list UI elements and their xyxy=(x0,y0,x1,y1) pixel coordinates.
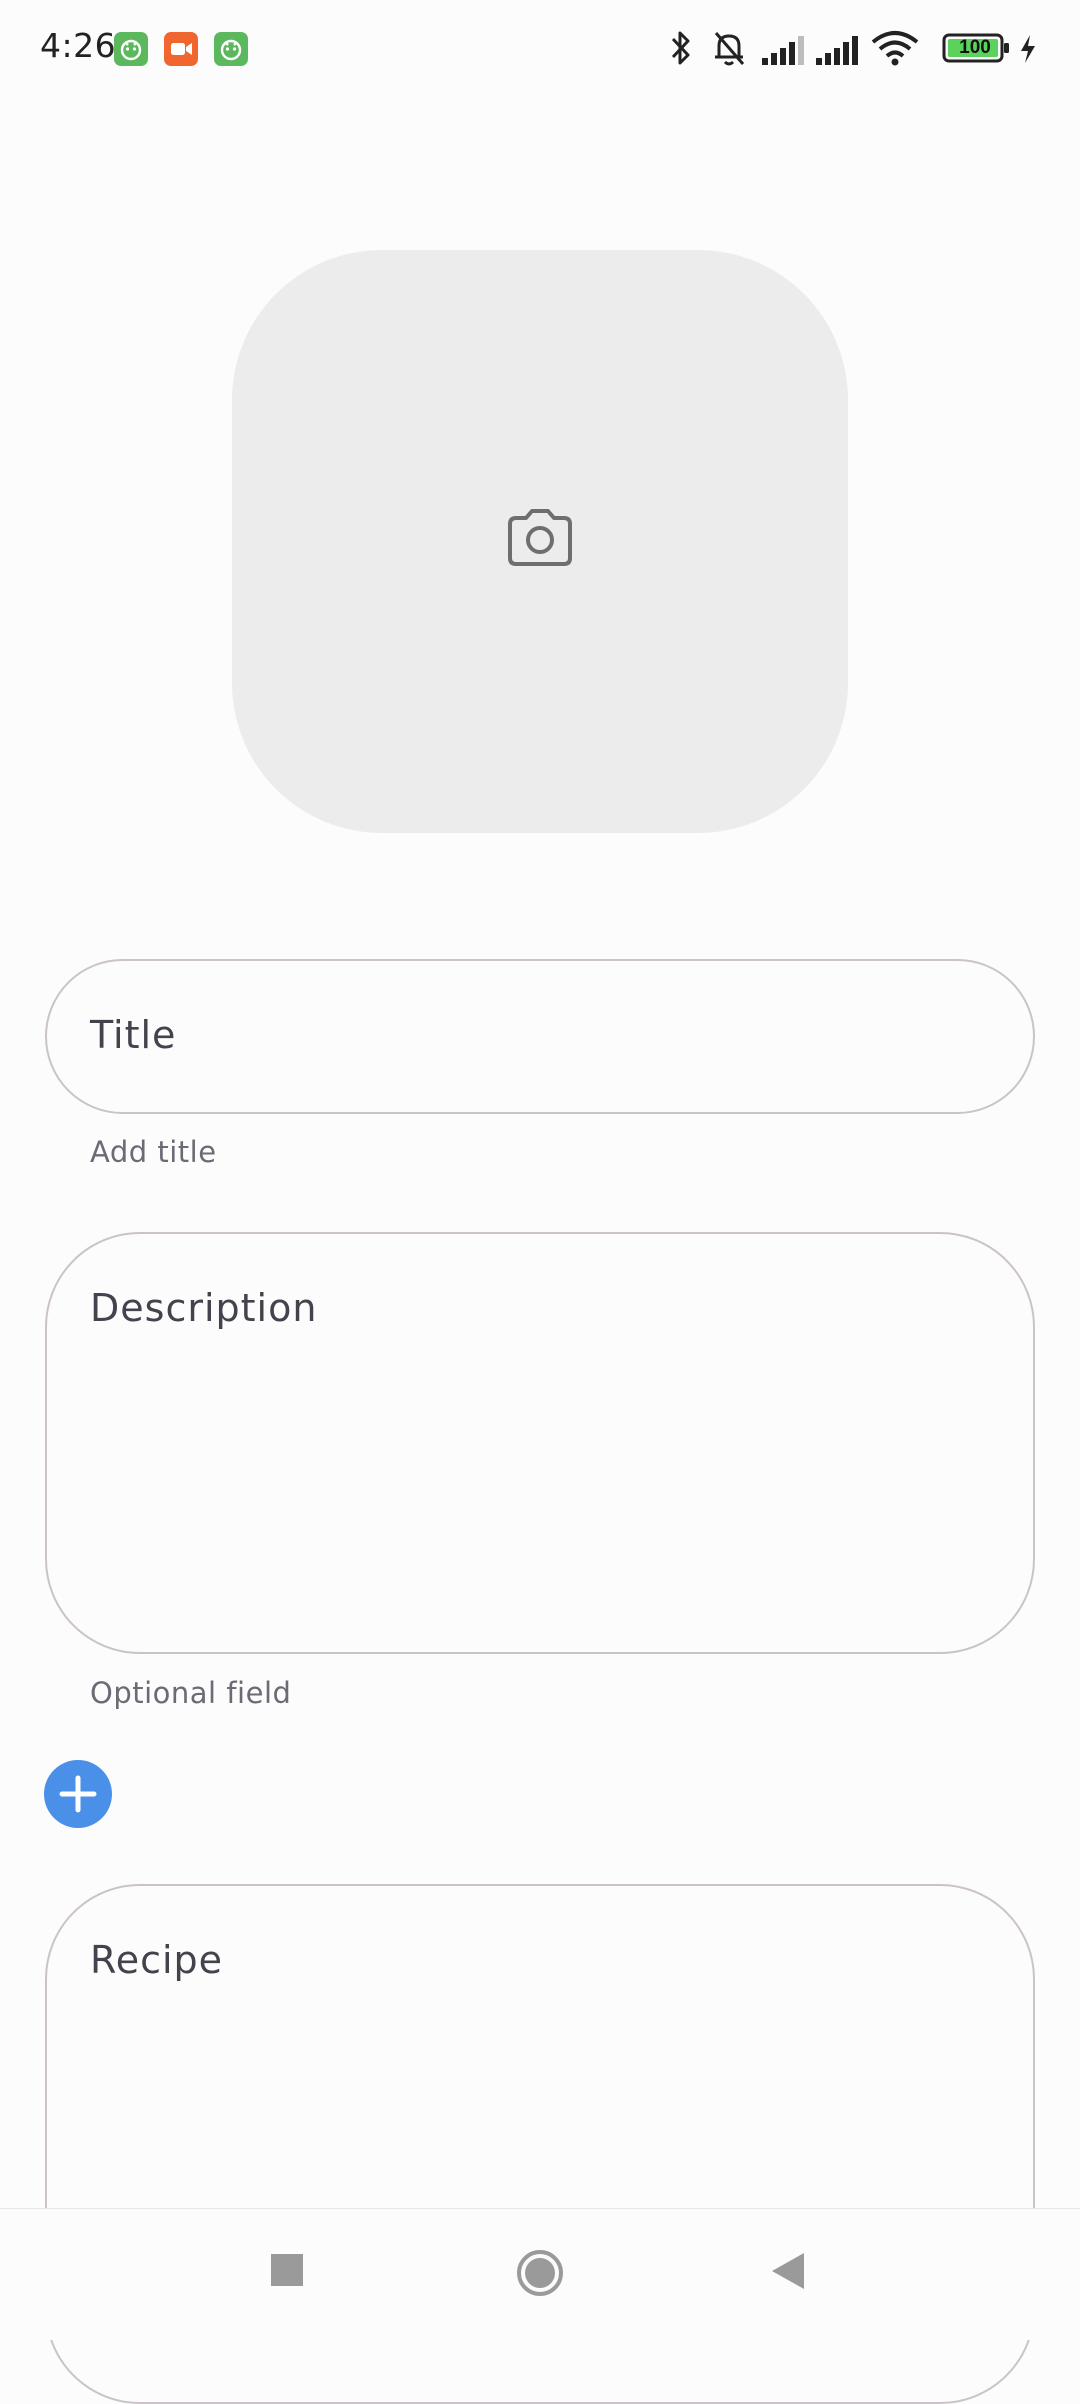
video-call-icon xyxy=(164,32,198,66)
camera-icon xyxy=(508,509,572,566)
title-helper-text: Add title xyxy=(90,1135,217,1169)
plus-icon xyxy=(59,1775,97,1813)
wifi-icon xyxy=(871,31,919,66)
home-icon[interactable] xyxy=(516,2249,564,2297)
status-bar: 4:26 100 xyxy=(0,0,1080,100)
description-helper-text: Optional field xyxy=(90,1676,292,1710)
app-notification-icon xyxy=(114,32,148,66)
app-notification-icon xyxy=(214,32,248,66)
status-icons: 100 xyxy=(660,24,1080,74)
battery-level: 100 xyxy=(959,37,991,58)
title-field[interactable]: Title xyxy=(45,959,1035,1114)
photo-picker[interactable] xyxy=(232,250,848,833)
description-field-label: Description xyxy=(90,1286,318,1330)
status-time: 4:26 xyxy=(40,26,117,65)
signal-icon xyxy=(816,36,858,65)
title-field-label: Title xyxy=(90,1013,177,1057)
add-button[interactable] xyxy=(44,1760,112,1828)
bell-off-icon xyxy=(714,32,745,66)
recents-icon[interactable] xyxy=(270,2253,304,2287)
signal-icon xyxy=(762,36,804,65)
charging-icon xyxy=(1021,35,1035,63)
bluetooth-icon xyxy=(671,31,690,65)
description-field[interactable]: Description xyxy=(45,1232,1035,1654)
recipe-field-label: Recipe xyxy=(90,1938,224,1982)
back-icon[interactable] xyxy=(770,2251,806,2291)
navigation-bar xyxy=(0,2208,1080,2340)
